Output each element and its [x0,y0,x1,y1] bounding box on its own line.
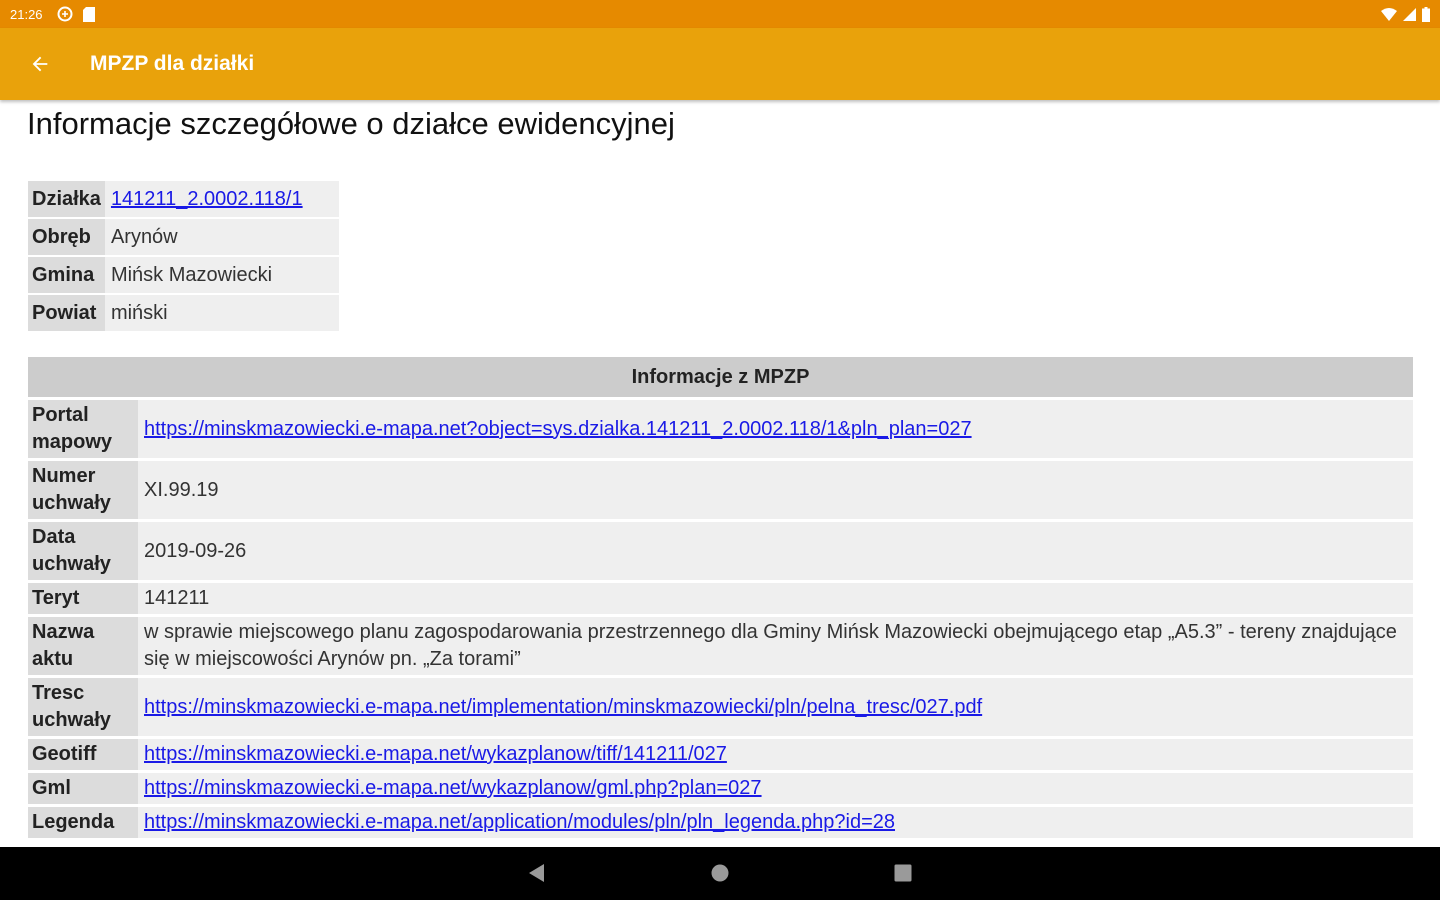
mpzp-label-nazwa: Nazwa aktu [28,617,138,675]
sd-card-icon [82,6,95,22]
parcel-value-gmina: Mińsk Mazowiecki [104,257,339,293]
circle-home-icon[interactable] [710,863,730,883]
mpzp-value-data: 2019-09-26 [138,522,1413,580]
portal-map-link[interactable]: https://minskmazowiecki.e-mapa.net?objec… [144,418,972,440]
mpzp-label-gml: Gml [28,773,138,804]
page-heading: Informacje szczegółowe o działce ewidenc… [27,106,675,141]
mpzp-value-legenda: https://minskmazowiecki.e-mapa.net/appli… [138,807,1413,838]
parcel-value-dzialka: 141211_2.0002.118/1 [104,181,339,217]
parcel-label-powiat: Powiat [28,295,105,331]
full-text-link[interactable]: https://minskmazowiecki.e-mapa.net/imple… [144,696,982,718]
status-time: 21:26 [10,6,43,22]
table-row: Legenda https://minskmazowiecki.e-mapa.n… [28,807,1413,838]
back-button[interactable] [20,44,60,84]
table-row: Geotiff https://minskmazowiecki.e-mapa.n… [28,739,1413,770]
arrow-back-icon [32,56,48,72]
status-notification-icons [57,6,95,22]
wifi-icon [1381,7,1397,21]
table-row: Działka 141211_2.0002.118/1 [28,181,339,217]
parcel-label-obreb: Obręb [28,219,105,255]
mpzp-value-gml: https://minskmazowiecki.e-mapa.net/wykaz… [138,773,1413,804]
table-row: Obręb Arynów [28,219,339,255]
legend-link[interactable]: https://minskmazowiecki.e-mapa.net/appli… [144,811,895,833]
mpzp-label-tresc: Tresc uchwały [28,678,138,736]
mpzp-value-tresc: https://minskmazowiecki.e-mapa.net/imple… [138,678,1413,736]
mpzp-label-data: Data uchwały [28,522,138,580]
table-row: Nazwa aktu w sprawie miejscowego planu z… [28,617,1413,675]
signal-icon [1403,7,1416,21]
table-row: Portal mapowy https://minskmazowiecki.e-… [28,400,1413,458]
parcel-value-powiat: miński [104,295,339,331]
mpzp-value-teryt: 141211 [138,583,1413,614]
gml-link[interactable]: https://minskmazowiecki.e-mapa.net/wykaz… [144,777,762,799]
mpzp-value-geotiff: https://minskmazowiecki.e-mapa.net/wykaz… [138,739,1413,770]
content-area[interactable]: Informacje szczegółowe o działce ewidenc… [0,100,1440,847]
navigation-bar [0,847,1440,900]
mpzp-label-geotiff: Geotiff [28,739,138,770]
table-row: Powiat miński [28,295,339,331]
mpzp-label-numer: Numer uchwały [28,461,138,519]
parcel-id-link[interactable]: 141211_2.0002.118/1 [111,188,303,210]
mpzp-label-legenda: Legenda [28,807,138,838]
mpzp-value-nazwa: w sprawie miejscowego planu zagospodarow… [138,617,1413,675]
mpzp-table-header: Informacje z MPZP [28,357,1413,397]
table-row: Teryt 141211 [28,583,1413,614]
parcel-label-gmina: Gmina [28,257,105,293]
parcel-value-obreb: Arynów [104,219,339,255]
square-recents-icon[interactable] [893,863,913,883]
table-row: Numer uchwały XI.99.19 [28,461,1413,519]
mpzp-value-portal: https://minskmazowiecki.e-mapa.net?objec… [138,400,1413,458]
table-header-row: Informacje z MPZP [28,357,1413,397]
mpzp-label-teryt: Teryt [28,583,138,614]
parcel-label-dzialka: Działka [28,181,105,217]
app-bar-title: MPZP dla działki [90,52,255,75]
mpzp-value-numer: XI.99.19 [138,461,1413,519]
battery-icon [1422,6,1430,22]
app-bar: MPZP dla działki [0,28,1440,100]
sync-icon [57,6,73,22]
table-row: Tresc uchwały https://minskmazowiecki.e-… [28,678,1413,736]
status-bar: 21:26 [0,0,1440,28]
mpzp-label-portal: Portal mapowy [28,400,138,458]
status-system-icons [1381,0,1430,28]
table-row: Data uchwały 2019-09-26 [28,522,1413,580]
table-row: Gml https://minskmazowiecki.e-mapa.net/w… [28,773,1413,804]
geotiff-link[interactable]: https://minskmazowiecki.e-mapa.net/wykaz… [144,743,727,765]
triangle-back-icon[interactable] [527,863,547,883]
table-row: Gmina Mińsk Mazowiecki [28,257,339,293]
parcel-table: Działka 141211_2.0002.118/1 Obręb Arynów… [28,179,339,333]
mpzp-table: Informacje z MPZP Portal mapowy https://… [28,354,1413,841]
